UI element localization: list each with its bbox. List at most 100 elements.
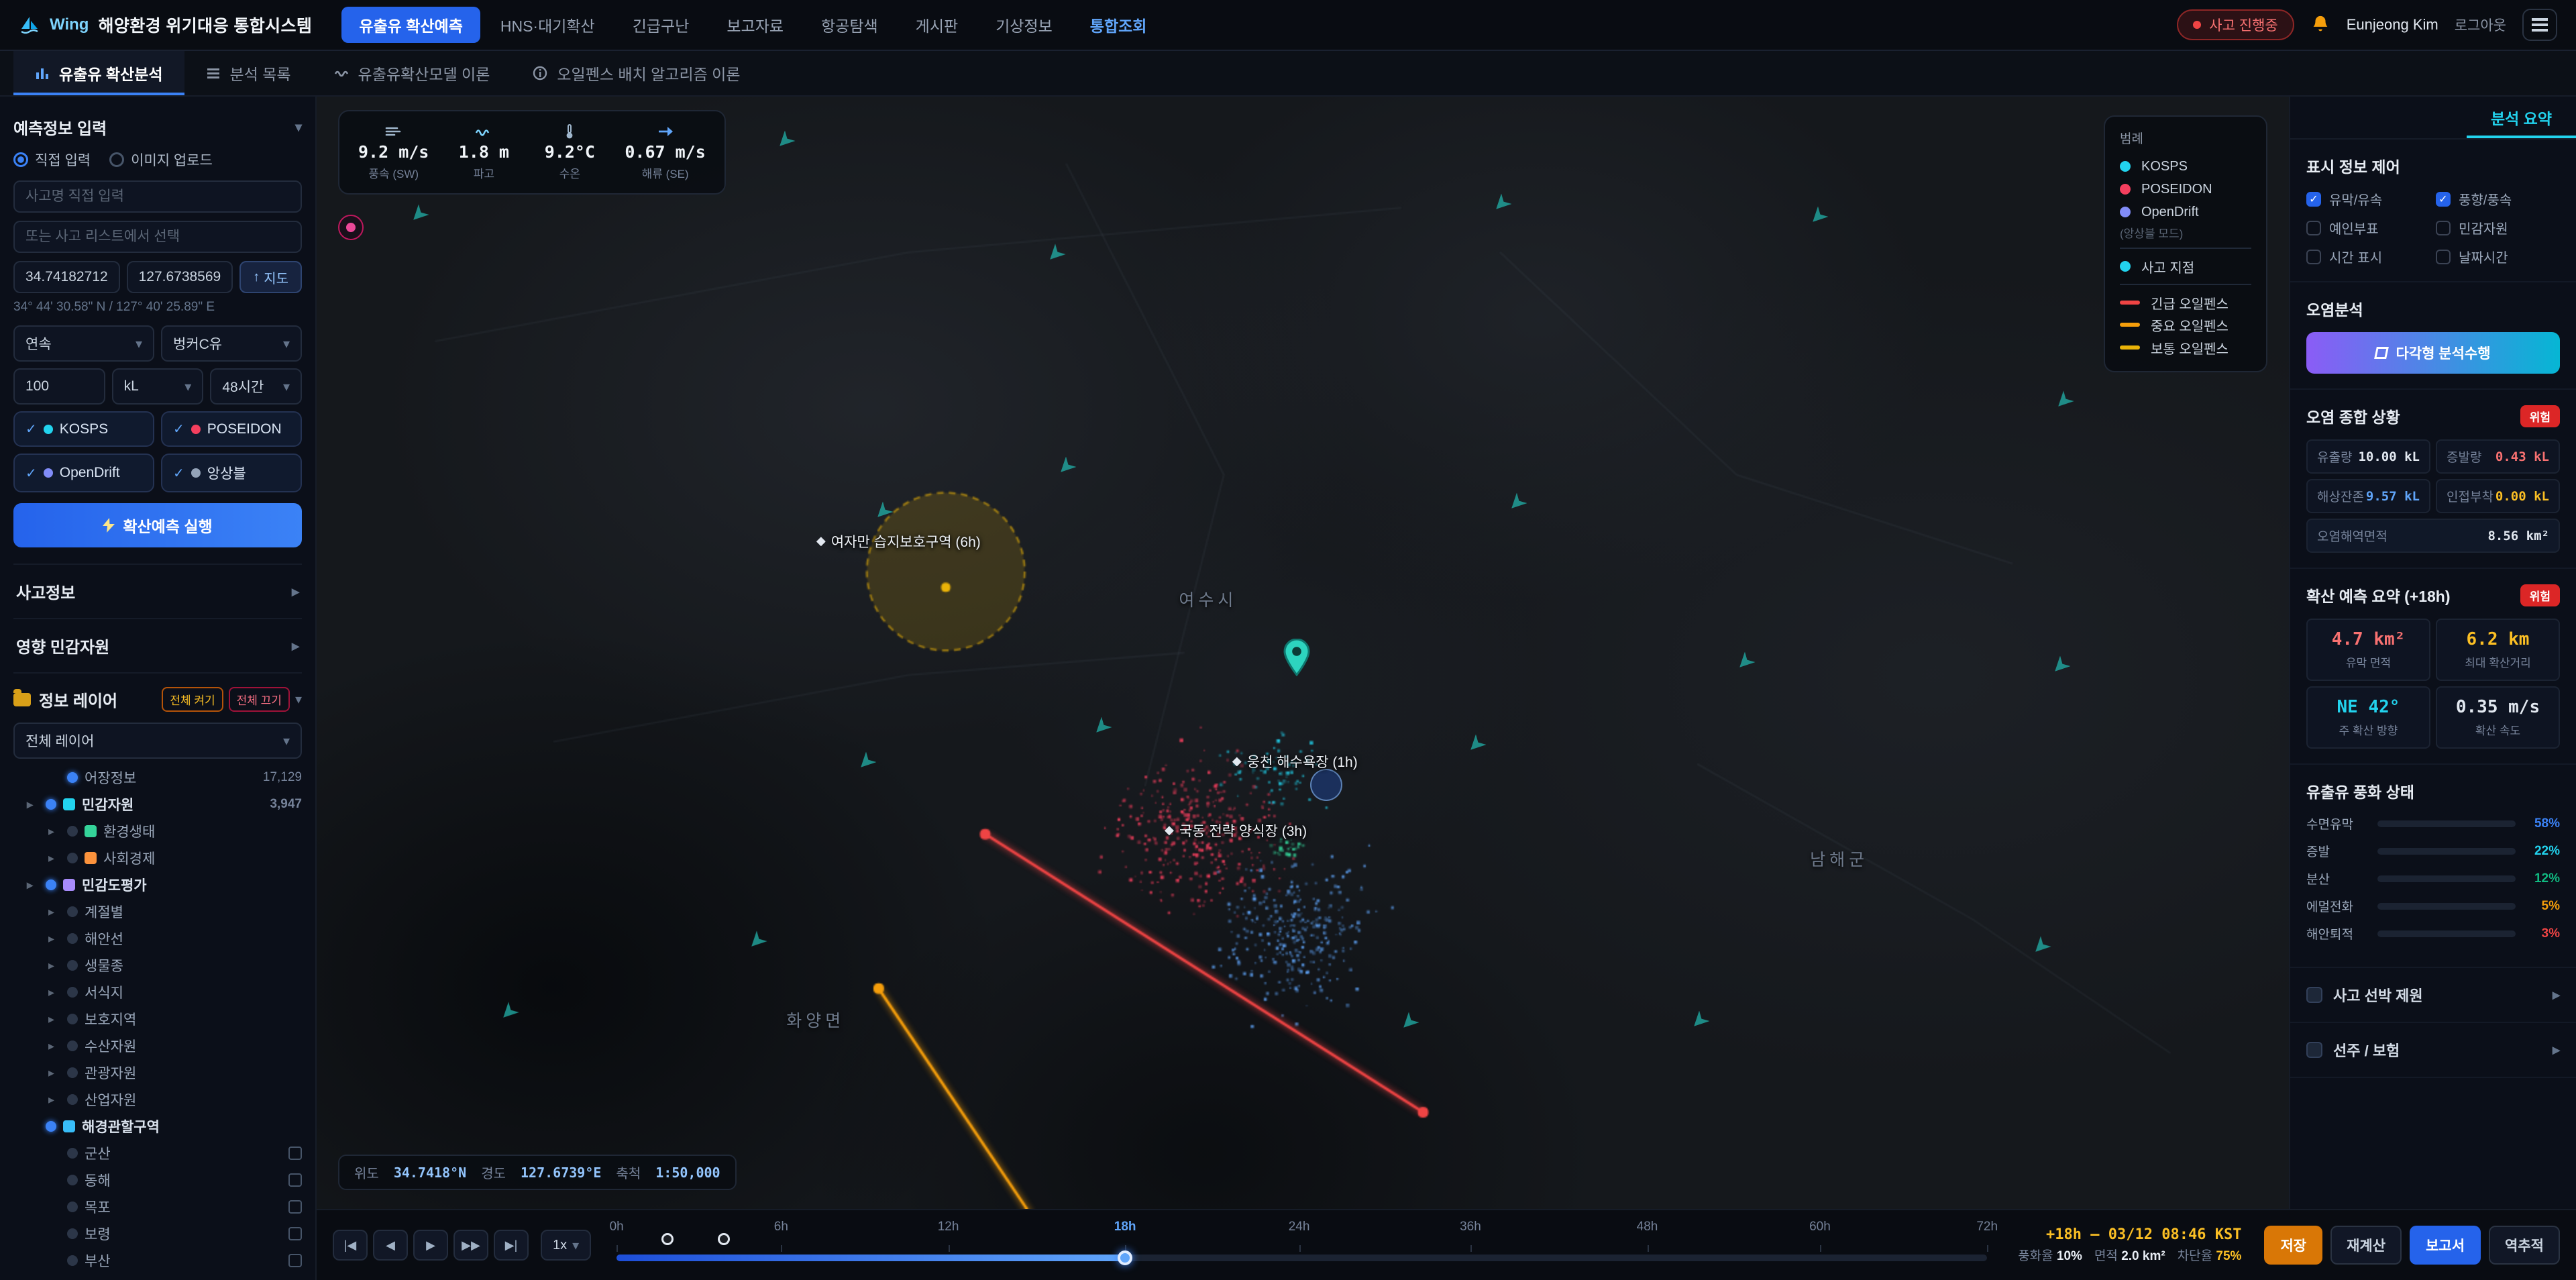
layer-tree-item[interactable]: ▸ 민감자원 3,947 bbox=[13, 791, 302, 818]
expand-arrow-icon[interactable]: ▸ bbox=[48, 932, 60, 946]
layer-toggle[interactable] bbox=[46, 879, 56, 890]
amount-input[interactable] bbox=[13, 368, 105, 405]
expand-arrow-icon[interactable]: ▸ bbox=[48, 1093, 60, 1107]
vessel-spec-section[interactable]: 사고 선박 제원 ▸ bbox=[2290, 968, 2576, 1023]
expand-arrow-icon[interactable]: ▸ bbox=[48, 985, 60, 1000]
expand-arrow-icon[interactable]: ▸ bbox=[48, 959, 60, 973]
menu-item[interactable]: 기상정보 bbox=[978, 7, 1070, 43]
expand-arrow-icon[interactable]: ▸ bbox=[48, 1039, 60, 1053]
polygon-analysis-button[interactable]: 다각형 분석수행 bbox=[2306, 332, 2560, 374]
prediction-section-header[interactable]: 예측정보 입력 ▾ bbox=[13, 110, 302, 150]
model-chip-kosps[interactable]: ✓ KOSPS bbox=[13, 411, 154, 447]
action-button[interactable]: 역추적 bbox=[2489, 1226, 2560, 1265]
layer-tree-item[interactable]: ▸ 목포 bbox=[13, 1193, 302, 1220]
radio-direct-input[interactable]: 직접 입력 bbox=[13, 150, 91, 170]
layer-tree-item[interactable]: ▸ 관광자원 bbox=[13, 1059, 302, 1086]
tab-analysis-summary[interactable]: 분석 요약 bbox=[2467, 97, 2576, 138]
transport-button[interactable]: ▶▶ bbox=[453, 1230, 488, 1261]
layer-toggle[interactable] bbox=[67, 1148, 78, 1159]
layer-tree-item[interactable]: ▸ 군산 bbox=[13, 1140, 302, 1167]
expand-arrow-icon[interactable]: ▸ bbox=[48, 1066, 60, 1080]
latitude-input[interactable] bbox=[13, 261, 120, 293]
expand-arrow-icon[interactable]: ▸ bbox=[48, 824, 60, 839]
accident-pin-icon[interactable] bbox=[1282, 638, 1311, 676]
action-button[interactable]: 보고서 bbox=[2410, 1226, 2481, 1265]
expand-arrow-icon[interactable]: ▸ bbox=[48, 1012, 60, 1026]
map-viewport[interactable]: 여수시 화양면 남해군 여자만 습지보호구역 (6h) 웅천 해수욕장 (1h) bbox=[317, 97, 2289, 1209]
layer-toggle[interactable] bbox=[67, 1094, 78, 1105]
transport-button[interactable]: ▶| bbox=[494, 1230, 529, 1261]
layer-tree-item[interactable]: ▸ 부산 bbox=[13, 1247, 302, 1274]
layer-toggle[interactable] bbox=[46, 799, 56, 810]
all-layers-on-button[interactable]: 전체 켜기 bbox=[162, 687, 223, 712]
layer-toggle[interactable] bbox=[46, 1121, 56, 1132]
longitude-input[interactable] bbox=[126, 261, 233, 293]
oil-type-select[interactable]: 벙커C유 ▾ bbox=[161, 325, 302, 362]
accident-list-input[interactable] bbox=[13, 221, 302, 253]
radio-image-upload[interactable]: 이미지 업로드 bbox=[109, 150, 213, 170]
layer-toggle[interactable] bbox=[67, 826, 78, 837]
layer-toggle[interactable] bbox=[67, 1202, 78, 1212]
sensitive-resource-marker[interactable] bbox=[1310, 769, 1343, 802]
layer-tree-item[interactable]: ▸ 민감도평가 bbox=[13, 871, 302, 898]
layer-toggle[interactable] bbox=[67, 906, 78, 917]
fence-event-marker[interactable] bbox=[717, 1233, 730, 1245]
layer-settings-icon[interactable] bbox=[288, 1254, 302, 1267]
model-chip-opendrift[interactable]: ✓ OpenDrift bbox=[13, 454, 154, 492]
impact-resources-section[interactable]: 영향 민감자원 ▸ bbox=[13, 618, 302, 672]
layer-tree-item[interactable]: ▸ 산업자원 bbox=[13, 1086, 302, 1113]
display-option-checkbox[interactable]: 유막/유속 bbox=[2306, 189, 2430, 209]
draw-tool-button[interactable] bbox=[338, 215, 364, 240]
transport-button[interactable]: ◀ bbox=[373, 1230, 408, 1261]
layer-toggle[interactable] bbox=[67, 933, 78, 944]
layer-tree-item[interactable]: ▸ 보호지역 bbox=[13, 1006, 302, 1032]
layer-settings-icon[interactable] bbox=[288, 1146, 302, 1160]
expand-arrow-icon[interactable]: ▸ bbox=[27, 878, 39, 892]
transport-button[interactable]: |◀ bbox=[333, 1230, 368, 1261]
layer-toggle[interactable] bbox=[67, 987, 78, 998]
layer-toggle[interactable] bbox=[67, 1067, 78, 1078]
layer-toggle[interactable] bbox=[67, 1014, 78, 1024]
layer-settings-icon[interactable] bbox=[288, 1173, 302, 1187]
layer-filter-select[interactable]: 전체 레이어 ▾ bbox=[13, 723, 302, 759]
menu-item[interactable]: 항공탐색 bbox=[804, 7, 896, 43]
layer-settings-icon[interactable] bbox=[288, 1227, 302, 1240]
incident-status-badge[interactable]: 사고 진행중 bbox=[2177, 9, 2294, 40]
pick-on-map-button[interactable]: ↑ 지도 bbox=[239, 261, 302, 293]
layer-toggle[interactable] bbox=[67, 1228, 78, 1239]
layer-toggle[interactable] bbox=[67, 960, 78, 971]
layer-toggle[interactable] bbox=[67, 1041, 78, 1051]
layer-toggle[interactable] bbox=[67, 772, 78, 783]
expand-arrow-icon[interactable]: ▸ bbox=[48, 851, 60, 865]
playback-speed-select[interactable]: 1x ▾ bbox=[541, 1230, 592, 1261]
layer-tree-item[interactable]: ▸ 생물종 bbox=[13, 952, 302, 979]
menu-item[interactable]: 긴급구난 bbox=[615, 7, 707, 43]
layer-toggle[interactable] bbox=[67, 1175, 78, 1185]
layer-tree-item[interactable]: ▸ 사회경제 bbox=[13, 845, 302, 871]
expand-arrow-icon[interactable]: ▸ bbox=[27, 798, 39, 812]
menu-item[interactable]: 통합조회 bbox=[1073, 7, 1165, 43]
display-option-checkbox[interactable]: 예인부표 bbox=[2306, 218, 2430, 237]
tab-model-theory[interactable]: 유출유확산모델 이론 bbox=[313, 51, 512, 95]
accident-name-input[interactable] bbox=[13, 180, 302, 213]
poi-label[interactable]: 여자만 습지보호구역 (6h) bbox=[816, 531, 981, 551]
hamburger-menu-button[interactable] bbox=[2522, 9, 2557, 41]
run-prediction-button[interactable]: 확산예측 실행 bbox=[13, 503, 302, 547]
layer-tree-item[interactable]: ▸ 수산자원 bbox=[13, 1032, 302, 1059]
logout-button[interactable]: 로그아웃 bbox=[2455, 15, 2506, 35]
layer-tree-item[interactable]: ▸ 계절별 bbox=[13, 898, 302, 925]
layer-tree-item[interactable]: ▸ 동해 bbox=[13, 1167, 302, 1193]
accident-info-section[interactable]: 사고정보 ▸ bbox=[13, 564, 302, 618]
timeline-axis[interactable]: 0h 6h 12h 18h 24h 36h 48h 60h 72h bbox=[610, 1210, 1998, 1280]
tab-oilfence-theory[interactable]: 오일펜스 배치 알고리즘 이론 bbox=[511, 51, 761, 95]
model-chip-ensemble[interactable]: ✓ 앙상블 bbox=[161, 454, 302, 492]
action-button[interactable]: 재계산 bbox=[2330, 1226, 2402, 1265]
display-option-checkbox[interactable]: 날짜시간 bbox=[2436, 247, 2560, 266]
tab-analysis-list[interactable]: 분석 목록 bbox=[184, 51, 313, 95]
fence-event-marker[interactable] bbox=[661, 1233, 674, 1245]
model-chip-poseidon[interactable]: ✓ POSEIDON bbox=[161, 411, 302, 447]
all-layers-off-button[interactable]: 전체 끄기 bbox=[228, 687, 290, 712]
unit-select[interactable]: kL ▾ bbox=[111, 368, 204, 405]
layer-toggle[interactable] bbox=[67, 1255, 78, 1266]
action-button[interactable]: 저장 bbox=[2264, 1226, 2323, 1265]
